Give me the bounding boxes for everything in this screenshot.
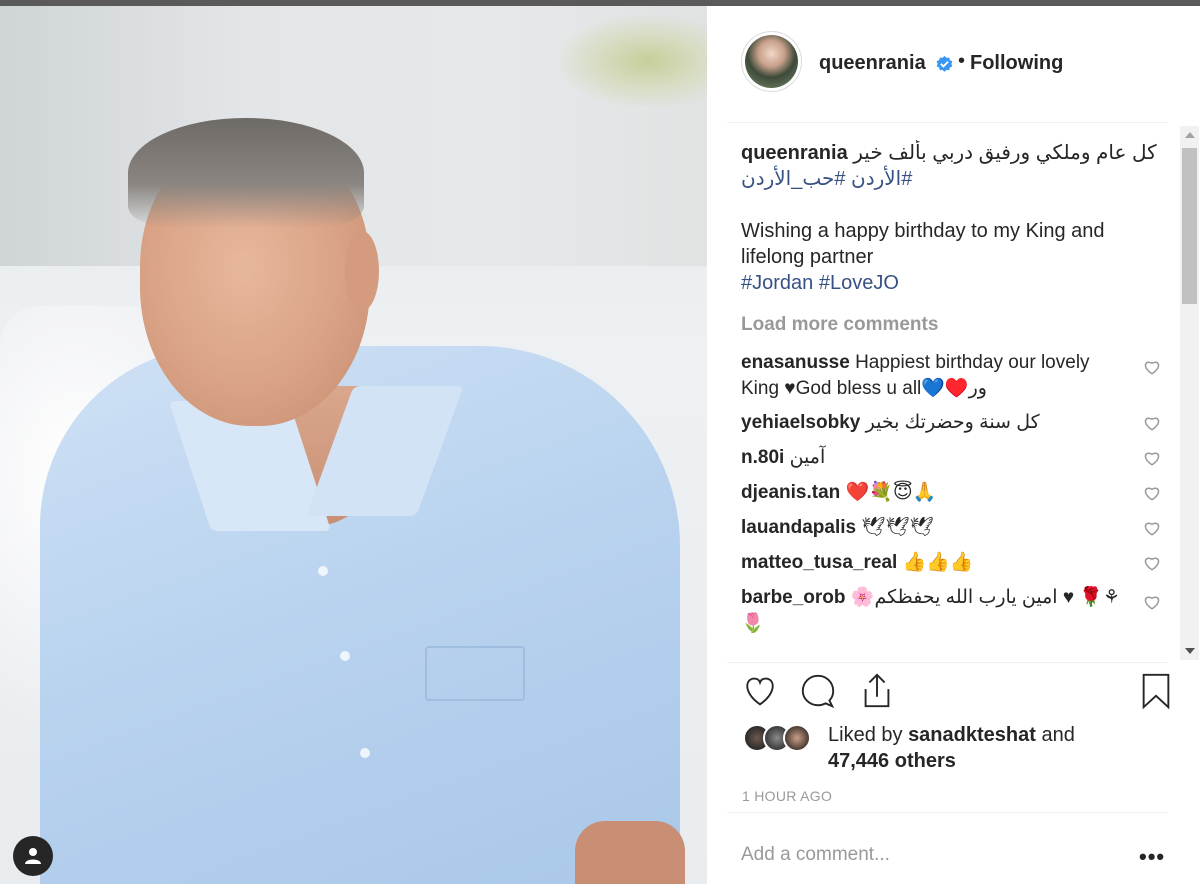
share-icon[interactable] [858,672,896,710]
comment-text: 🕊🕊🕊 [861,517,934,538]
comments-scrollbar[interactable] [1180,126,1199,660]
post-timestamp[interactable]: 1 HOUR AGO [742,788,832,804]
divider [727,812,1167,813]
comment-like-icon[interactable] [1143,593,1161,611]
comment-username[interactable]: barbe_orob [741,587,846,608]
comment-username[interactable]: matteo_tusa_real [741,552,897,573]
comment-text: آمين [789,447,826,468]
comment-username[interactable]: enasanusse [741,352,850,373]
avatar[interactable] [741,31,802,92]
comment-item: enasanusse Happiest birthday our lovely … [741,350,1161,402]
caption-arabic: كل عام وملكي ورفيق دربي بألف خير [853,142,1157,164]
header-username[interactable]: queenrania [819,52,926,75]
caption-english: Wishing a happy birthday to my King and … [741,220,1105,268]
add-comment-input[interactable]: Add a comment... [741,844,890,866]
comment-username[interactable]: lauandapalis [741,517,856,538]
comment-like-icon[interactable] [1143,358,1161,376]
bookmark-icon[interactable] [1137,672,1175,710]
likes-summary: Liked by sanadkteshat and 47,446 others [743,722,1163,782]
avatar[interactable] [783,724,811,752]
heart-icon[interactable] [741,672,779,710]
header-separator: • [958,50,966,72]
comment-like-icon[interactable] [1143,449,1161,467]
comment-item: lauandapalis 🕊🕊🕊 [741,515,1161,541]
comment-text: كل سنة وحضرتك بخير [865,412,1040,433]
comment-like-icon[interactable] [1143,519,1161,537]
post-photo[interactable] [0,6,707,884]
caption-username[interactable]: queenrania [741,142,848,164]
caption: queenrania كل عام وملكي ورفيق دربي بألف … [741,140,1161,296]
post-side-panel: queenrania • Following queenrania كل عام… [707,6,1200,884]
scroll-down-icon[interactable] [1185,648,1195,654]
verified-badge-icon [936,55,953,72]
comment-icon[interactable] [799,672,837,710]
load-more-comments-button[interactable]: Load more comments [741,314,1161,336]
likes-count-button[interactable]: 47,446 others [828,750,956,772]
comment-like-icon[interactable] [1143,414,1161,432]
comment-item: matteo_tusa_real 👍👍👍 [741,550,1161,576]
comment-username[interactable]: yehiaelsobky [741,412,860,433]
following-button[interactable]: Following [970,52,1063,75]
comment-username[interactable]: n.80i [741,447,784,468]
more-options-button[interactable]: ••• [1139,844,1165,870]
divider [727,662,1167,663]
comment-text: 👍👍👍 [902,552,974,573]
divider [727,122,1167,123]
caption-arabic-hashtags[interactable]: #الأردن #حب_الأردن [741,166,1161,192]
liked-by-user[interactable]: sanadkteshat [908,724,1036,746]
post-actions [741,670,1171,714]
comment-item: djeanis.tan ❤️💐😇🙏 [741,480,1161,506]
comments-list[interactable]: queenrania كل عام وملكي ورفيق دربي بألف … [741,140,1161,660]
comment-text: ❤️💐😇🙏 [845,482,937,503]
comment-like-icon[interactable] [1143,484,1161,502]
scroll-up-icon[interactable] [1185,132,1195,138]
comment-item: barbe_orob 🌸امين يارب الله يحفظكم ♥ 🌹⚘🌷 [741,585,1161,637]
comment-item: n.80i آمين [741,445,1161,471]
comment-item: yehiaelsobky كل سنة وحضرتك بخير [741,410,1161,436]
post-header: queenrania • Following [707,6,1200,122]
comment-username[interactable]: djeanis.tan [741,482,840,503]
comment-like-icon[interactable] [1143,554,1161,572]
tagged-user-button[interactable] [13,836,53,876]
scroll-thumb[interactable] [1182,148,1197,304]
caption-english-hashtags[interactable]: #Jordan #LoveJO [741,270,1161,296]
user-icon [25,848,41,864]
liked-by-text: Liked by sanadkteshat and 47,446 others [828,724,1075,772]
